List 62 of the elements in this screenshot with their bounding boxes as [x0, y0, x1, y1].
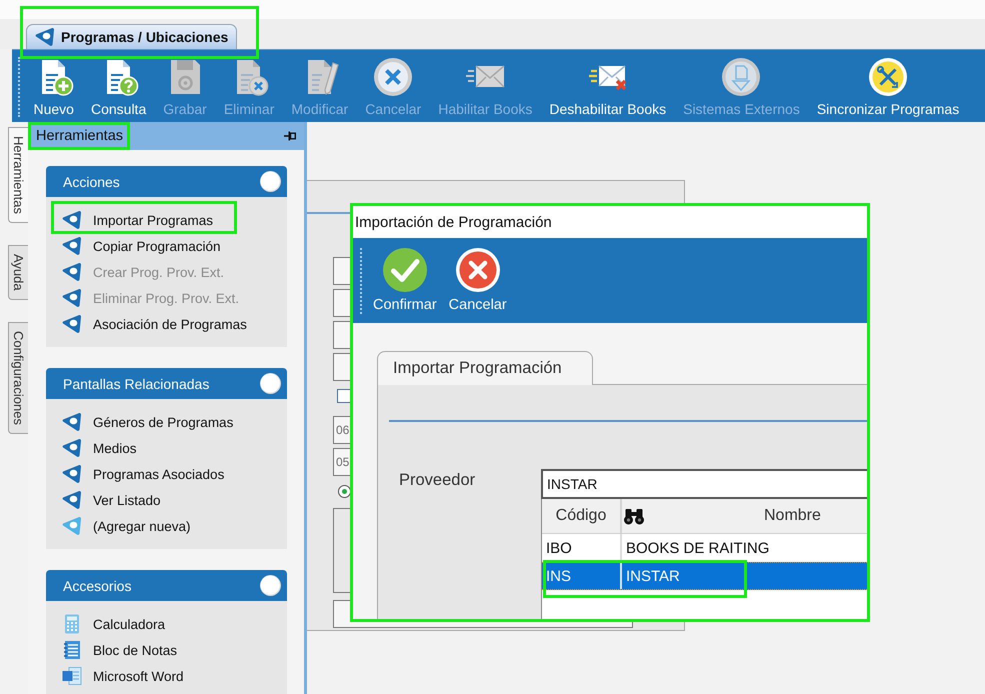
binoculars-icon[interactable]	[624, 507, 644, 525]
app-logo-icon	[35, 27, 55, 47]
column-header[interactable]: Código	[556, 507, 606, 525]
sidebar-item[interactable]: (Agregar nueva)	[62, 516, 191, 536]
checkbox[interactable]	[337, 389, 351, 403]
sidebar-item[interactable]: Copiar Programación	[62, 236, 221, 256]
tools-icon	[868, 57, 908, 97]
sidebar-item[interactable]: Medios	[62, 438, 137, 458]
app-logo-icon	[62, 438, 82, 458]
sidebar-item[interactable]: Bloc de Notas	[62, 640, 178, 660]
app-logo-icon	[62, 464, 82, 484]
cancel-icon	[456, 248, 500, 292]
circle-icon[interactable]	[260, 171, 281, 192]
sidebar-item[interactable]: Géneros de Programas	[62, 412, 234, 432]
toolbar-button[interactable]: Deshabilitar Books	[542, 57, 674, 117]
app-logo-icon	[62, 288, 82, 308]
sidebar-item[interactable]: Ver Listado	[62, 490, 161, 510]
side-tab[interactable]: Configuraciones	[8, 322, 28, 434]
notepad-icon	[62, 640, 82, 660]
field-label: Proveedor	[399, 470, 476, 490]
circle-icon[interactable]	[260, 575, 281, 596]
pin-icon[interactable]	[284, 130, 296, 142]
sidebar-item[interactable]: Calculadora	[62, 614, 166, 634]
radio-button[interactable]	[338, 485, 351, 498]
app-logo-icon	[62, 516, 82, 536]
check-icon	[382, 248, 427, 292]
side-tab[interactable]: Herramientas	[8, 127, 28, 224]
group-title: Accesorios	[63, 578, 132, 594]
app-logo-icon	[62, 262, 82, 282]
panel-title: Herramientas	[36, 128, 124, 144]
drag-handle[interactable]	[18, 57, 20, 117]
sidebar-item[interactable]: Asociación de Programas	[62, 314, 247, 334]
toolbar-button[interactable]: Sincronizar Programas	[809, 57, 967, 117]
app-logo-icon	[62, 236, 82, 256]
toolbar-button[interactable]: Nuevo	[26, 57, 82, 117]
cancel-icon	[373, 57, 414, 97]
dialog-title: Importación de Programación	[355, 214, 552, 230]
combo-field[interactable]: INSTAR	[541, 469, 867, 499]
toolbar-button[interactable]: Cancelar	[446, 248, 510, 313]
toolbar-button[interactable]: Confirmar	[370, 248, 440, 313]
document-funnel-icon	[721, 57, 762, 97]
app-logo-icon	[62, 490, 82, 510]
table-cell-text: INSTAR	[625, 566, 681, 586]
table-row[interactable]: INS INSTAR	[542, 562, 867, 590]
group-title: Pantallas Relacionadas	[63, 376, 210, 392]
calculator-icon	[62, 614, 82, 634]
toolbar-button[interactable]: Consulta	[83, 57, 154, 117]
drag-handle[interactable]	[360, 248, 362, 314]
sidebar-item[interactable]: Microsoft Word	[62, 666, 184, 686]
app-logo-icon	[62, 412, 82, 432]
sidebar-item[interactable]: Programas Asociados	[62, 464, 224, 484]
document-tab[interactable]: Programas / Ubicaciones	[26, 24, 238, 49]
table-cell-text: BOOKS DE RAITING	[625, 538, 770, 558]
group-title: Acciones	[63, 174, 120, 190]
circle-icon[interactable]	[260, 373, 281, 394]
column-header[interactable]: Nombre	[764, 507, 821, 525]
side-tab[interactable]: Ayuda	[8, 245, 28, 300]
app-logo-icon	[62, 314, 82, 334]
sidebar-item[interactable]: Importar Programas	[62, 210, 214, 230]
document-icon	[62, 666, 82, 686]
app-logo-icon	[62, 210, 82, 230]
tab[interactable]: Importar Programación	[377, 351, 593, 385]
